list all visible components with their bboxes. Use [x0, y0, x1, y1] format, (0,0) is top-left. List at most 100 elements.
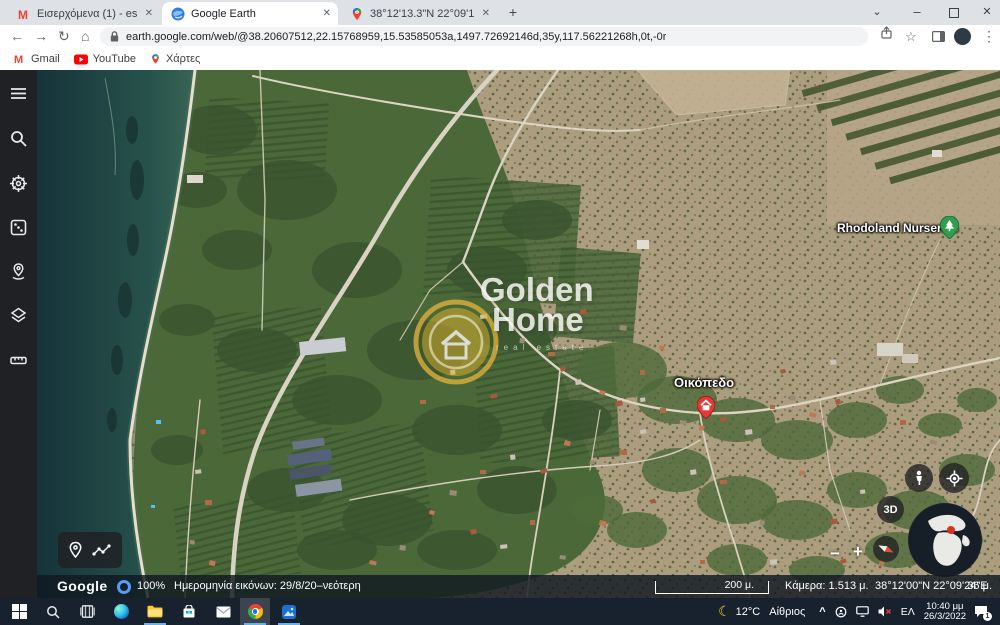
nursery-green-pin-icon[interactable]: [940, 216, 959, 239]
tab-close-icon[interactable]: ✕: [145, 8, 153, 19]
terrain-elevation: 36 μ.: [967, 580, 992, 592]
bookmark-gmail[interactable]: M Gmail: [14, 53, 60, 65]
menu-icon[interactable]: [9, 84, 28, 103]
language-indicator[interactable]: ΕΛ: [901, 606, 915, 618]
forward-icon[interactable]: →: [34, 25, 48, 48]
lock-icon: [110, 31, 119, 42]
window-close-button[interactable]: ✕: [970, 0, 1000, 24]
window-maximize-button[interactable]: [936, 0, 970, 24]
search-icon: [46, 605, 60, 619]
system-tray: ☾ 12°C Αίθριος ^ ΕΛ 10:40 μμ 26/3/2022 1: [718, 598, 1000, 625]
tab-google-earth[interactable]: Google Earth ✕: [162, 2, 338, 25]
zoom-in-button[interactable]: +: [853, 542, 863, 562]
voyager-icon[interactable]: [9, 174, 28, 193]
tab-gmail[interactable]: M Εισερχόμενα (1) - eshophomesp ✕: [8, 2, 160, 25]
3d-button[interactable]: 3D: [877, 496, 904, 523]
youtube-icon: [74, 54, 88, 65]
satellite-imagery: [37, 70, 1000, 598]
chrome-button[interactable]: [240, 598, 270, 625]
edge-button[interactable]: [106, 598, 136, 625]
browser-menu-icon[interactable]: ⋮: [982, 25, 996, 48]
profile-avatar[interactable]: [954, 28, 971, 45]
photos-button[interactable]: [274, 598, 304, 625]
tab-title: Εισερχόμενα (1) - eshophomesp: [37, 8, 138, 20]
meet-now-icon[interactable]: [835, 606, 847, 618]
volume-muted-icon[interactable]: [878, 606, 892, 617]
window-minimize-button[interactable]: –: [900, 0, 934, 24]
tab-close-icon[interactable]: ✕: [482, 8, 490, 19]
add-placemark-icon[interactable]: [68, 541, 83, 559]
gmail-icon: M: [14, 53, 26, 65]
start-button[interactable]: [4, 598, 34, 625]
tab-title: 38°12'13.3"N 22°09'15.4"E - Χάρ: [370, 8, 475, 20]
file-explorer-button[interactable]: [140, 598, 170, 625]
imagery-date: Ημερομηνία εικόνων: 29/8/20–νεότερη: [174, 580, 361, 592]
bookmark-youtube[interactable]: YouTube: [74, 53, 136, 65]
stream-progress-icon: [117, 580, 131, 594]
weather-temp[interactable]: 12°C: [736, 606, 761, 618]
photos-icon: [282, 605, 296, 619]
bookmark-maps[interactable]: Χάρτες: [150, 53, 200, 65]
draw-path-icon[interactable]: [92, 543, 112, 557]
back-icon[interactable]: ←: [10, 25, 24, 48]
maps-pin-icon: [150, 53, 161, 65]
url-text[interactable]: earth.google.com/web/@38.20607512,22.157…: [126, 31, 666, 43]
mail-button[interactable]: [208, 598, 238, 625]
globe-icon: [908, 503, 982, 577]
svg-text:M: M: [18, 8, 28, 21]
satellite-map[interactable]: Golden Home real estate Rhodoland Nurser…: [37, 70, 1000, 598]
desktop: M Εισερχόμενα (1) - eshophomesp ✕ Google…: [0, 0, 1000, 625]
notification-badge: 1: [983, 612, 992, 621]
mail-icon: [216, 606, 231, 618]
clock-time: 10:40 μμ: [924, 602, 966, 612]
reload-icon[interactable]: ↻: [58, 25, 70, 48]
stream-percent: 100%: [137, 580, 165, 592]
pegman-icon: [913, 470, 925, 486]
plot-label[interactable]: Οικόπεδο: [674, 375, 734, 390]
earth-sidebar: [0, 70, 37, 598]
my-location-button[interactable]: [939, 463, 969, 493]
tray-expand-icon[interactable]: ^: [819, 606, 825, 618]
scale-value: 200 μ.: [725, 579, 754, 591]
bookmarks-bar: M Gmail YouTube Χάρτες: [0, 48, 1000, 71]
plot-red-pin-icon[interactable]: [697, 396, 715, 419]
tab-title: Google Earth: [191, 8, 316, 20]
tab-close-icon[interactable]: ✕: [323, 8, 331, 19]
share-icon[interactable]: [880, 26, 894, 49]
home-icon[interactable]: ⌂: [81, 25, 89, 48]
notification-center-icon[interactable]: 1: [974, 605, 988, 618]
taskbar-search-button[interactable]: [38, 598, 68, 625]
my-location-icon: [946, 470, 963, 487]
chrome-icon: [248, 604, 263, 619]
search-icon[interactable]: [9, 129, 28, 148]
zoom-out-button[interactable]: −: [830, 544, 840, 564]
new-tab-button[interactable]: +: [504, 4, 522, 22]
maps-pin-favicon-icon: [350, 7, 364, 21]
task-view-button[interactable]: [72, 598, 102, 625]
file-explorer-icon: [147, 605, 163, 618]
store-icon: [182, 605, 196, 619]
pegman-button[interactable]: [905, 464, 933, 492]
microsoft-store-button[interactable]: [174, 598, 204, 625]
weather-condition[interactable]: Αίθριος: [769, 606, 805, 618]
globe-view-button[interactable]: [908, 503, 982, 577]
address-bar[interactable]: earth.google.com/web/@38.20607512,22.157…: [100, 27, 868, 46]
task-view-icon: [80, 605, 95, 618]
layers-icon[interactable]: [9, 306, 28, 325]
placemark-icon[interactable]: [9, 262, 28, 281]
earth-favicon-icon: [171, 7, 185, 21]
clock-date: 26/3/2022: [924, 612, 966, 622]
camera-altitude: Κάμερα: 1.513 μ.: [785, 580, 869, 592]
tab-search-icon[interactable]: ⌄: [860, 0, 894, 24]
measure-ruler-icon[interactable]: [9, 351, 28, 370]
bookmark-star-icon[interactable]: ☆: [905, 25, 917, 48]
tab-maps-coordinates[interactable]: 38°12'13.3"N 22°09'15.4"E - Χάρ ✕: [341, 2, 497, 25]
compass[interactable]: [873, 536, 899, 562]
map-scale-bar: 200 μ.: [655, 581, 769, 594]
feeling-lucky-dice-icon[interactable]: [9, 218, 28, 237]
network-display-icon[interactable]: [856, 606, 869, 617]
google-earth-app: Golden Home real estate Rhodoland Nurser…: [0, 70, 1000, 598]
gmail-favicon-icon: M: [17, 7, 31, 21]
taskbar-clock[interactable]: 10:40 μμ 26/3/2022: [924, 602, 966, 622]
tab-strip: M Εισερχόμενα (1) - eshophomesp ✕ Google…: [0, 0, 1000, 25]
